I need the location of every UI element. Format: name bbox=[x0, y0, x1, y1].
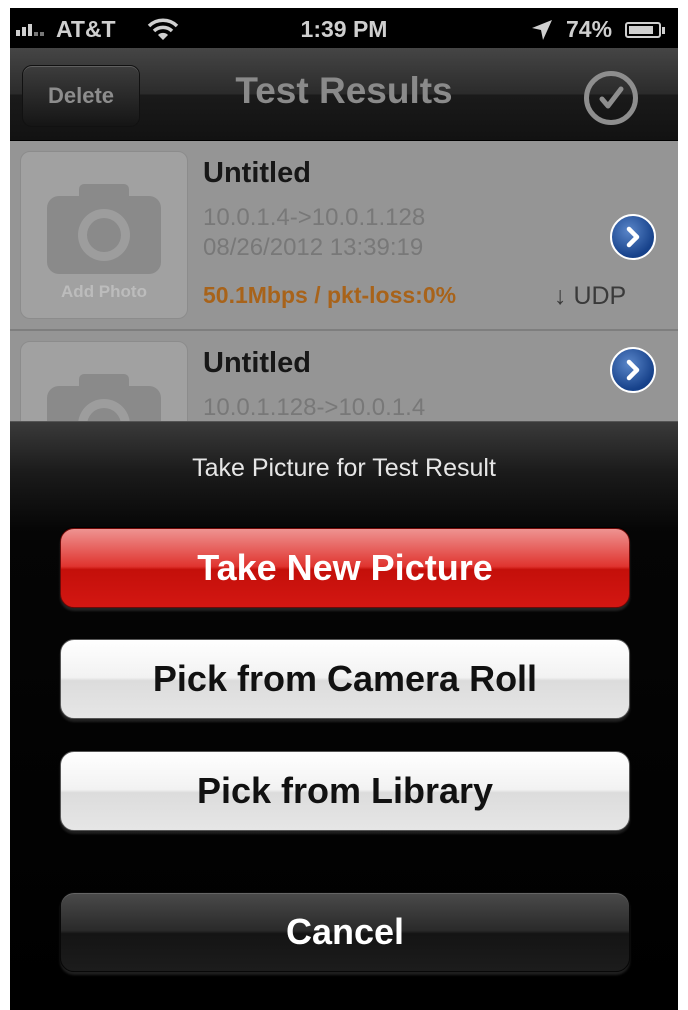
action-sheet: Take Picture for Test Result Take New Pi… bbox=[10, 421, 678, 1010]
detail-disclosure-button[interactable] bbox=[610, 347, 656, 393]
take-new-picture-button[interactable]: Take New Picture bbox=[60, 528, 630, 608]
result-date: 08/26/2012 13:39:19 bbox=[203, 234, 424, 261]
battery-percent: 74% bbox=[566, 16, 613, 42]
cancel-button[interactable]: Cancel bbox=[60, 892, 630, 972]
pick-from-library-button[interactable]: Pick from Library bbox=[60, 751, 630, 831]
detail-disclosure-button[interactable] bbox=[610, 214, 656, 260]
status-bar: AT&T 1:39 PM 74% bbox=[10, 8, 678, 48]
result-rate: 50.1Mbps / pkt-loss:0% bbox=[203, 282, 457, 308]
add-photo-label: Add Photo bbox=[61, 282, 147, 301]
chevron-right-icon bbox=[626, 226, 640, 248]
done-button[interactable] bbox=[584, 71, 638, 125]
list-item[interactable]: Add Photo Untitled 10.0.1.4->10.0.1.128 … bbox=[10, 141, 678, 331]
action-sheet-title: Take Picture for Test Result bbox=[192, 454, 496, 482]
chevron-right-icon bbox=[626, 359, 640, 381]
result-route: 10.0.1.128->10.0.1.4 bbox=[203, 394, 426, 421]
phone-screen: AT&T 1:39 PM 74% Delete Test Results Add… bbox=[10, 8, 678, 1010]
battery-icon bbox=[625, 22, 665, 38]
results-list: Add Photo Untitled 10.0.1.4->10.0.1.128 … bbox=[10, 141, 678, 441]
camera-icon bbox=[47, 184, 161, 274]
location-arrow-icon bbox=[532, 20, 552, 40]
delete-button[interactable]: Delete bbox=[22, 65, 140, 127]
result-protocol: ↓ UDP bbox=[554, 282, 627, 310]
page-title: Test Results bbox=[235, 70, 453, 111]
checkmark-circle-icon bbox=[599, 86, 624, 109]
result-name: Untitled bbox=[203, 347, 311, 379]
navigation-bar: Delete Test Results bbox=[10, 48, 678, 141]
pick-from-camera-roll-button[interactable]: Pick from Camera Roll bbox=[60, 639, 630, 719]
add-photo-button[interactable]: Add Photo bbox=[20, 151, 188, 319]
result-route: 10.0.1.4->10.0.1.128 bbox=[203, 204, 426, 231]
result-name: Untitled bbox=[203, 157, 311, 189]
